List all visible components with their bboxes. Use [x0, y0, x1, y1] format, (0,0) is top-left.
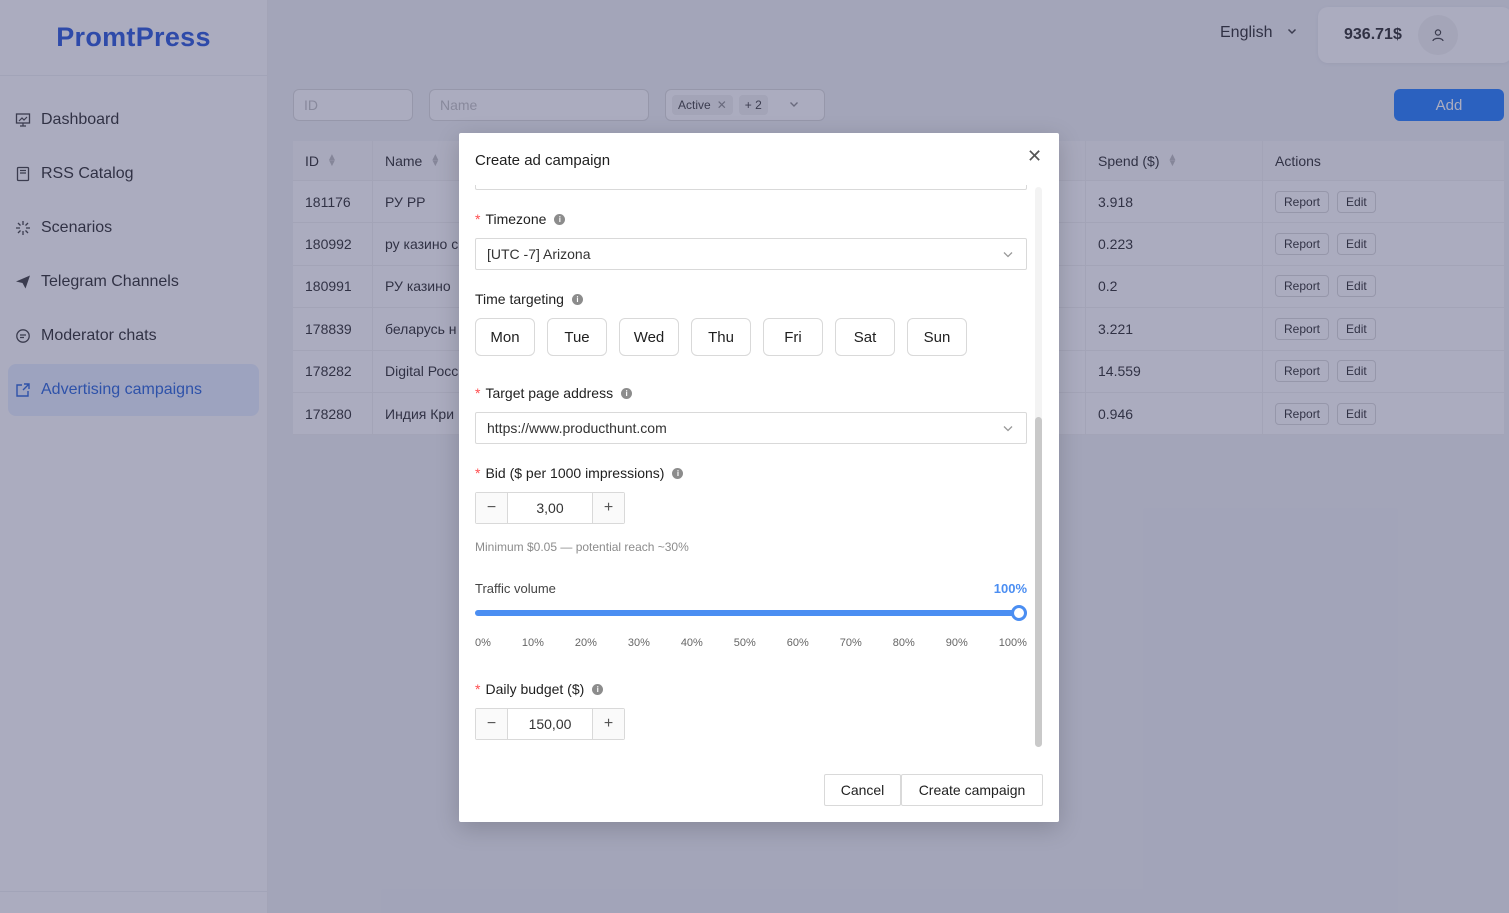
info-icon[interactable]: i	[621, 387, 633, 399]
timezone-label-text: Timezone	[485, 211, 547, 227]
day-tue-button[interactable]: Tue	[547, 318, 607, 356]
daily-budget-input[interactable]: 150,00	[508, 709, 592, 739]
chevron-down-icon	[1002, 247, 1014, 263]
daily-budget-stepper: − 150,00 +	[475, 708, 625, 740]
daily-budget-decrement-button[interactable]: −	[476, 709, 508, 739]
required-marker: *	[475, 681, 481, 697]
daily-budget-increment-button[interactable]: +	[592, 709, 624, 739]
info-icon[interactable]: i	[592, 683, 604, 695]
target-page-select[interactable]: https://www.producthunt.com	[475, 412, 1027, 444]
scrollbar-thumb[interactable]	[1035, 417, 1042, 747]
slider-tick-label: 60%	[786, 637, 809, 649]
day-thu-button[interactable]: Thu	[691, 318, 751, 356]
chevron-down-icon	[1002, 421, 1014, 437]
bid-increment-button[interactable]: +	[592, 493, 624, 523]
slider-tick-label: 40%	[680, 637, 703, 649]
day-mon-button[interactable]: Mon	[475, 318, 535, 356]
info-icon[interactable]: i	[571, 293, 583, 305]
target-page-label: * Target page address i	[475, 385, 633, 401]
bid-input[interactable]: 3,00	[508, 493, 592, 523]
info-icon[interactable]: i	[554, 213, 566, 225]
traffic-volume-label: Traffic volume	[475, 581, 556, 596]
required-marker: *	[475, 211, 481, 227]
day-sun-button[interactable]: Sun	[907, 318, 967, 356]
modal-scrollbar[interactable]	[1035, 187, 1042, 747]
create-campaign-modal: Create ad campaign ✕ * Timezone i [UTC -…	[459, 133, 1059, 822]
bid-stepper: − 3,00 +	[475, 492, 625, 524]
traffic-volume-slider[interactable]	[475, 605, 1027, 621]
time-targeting-label-text: Time targeting	[475, 291, 564, 307]
close-icon[interactable]: ✕	[1027, 146, 1042, 167]
timezone-label: * Timezone i	[475, 211, 566, 227]
cancel-button[interactable]: Cancel	[824, 774, 901, 806]
required-marker: *	[475, 385, 481, 401]
day-sat-button[interactable]: Sat	[835, 318, 895, 356]
traffic-volume-value: 100%	[993, 581, 1027, 596]
slider-tick-label: 20%	[574, 637, 597, 649]
modal-title: Create ad campaign	[475, 152, 611, 169]
slider-tick-label: 0%	[475, 637, 491, 649]
timezone-value: [UTC -7] Arizona	[487, 246, 591, 262]
slider-tick-label: 90%	[945, 637, 968, 649]
target-page-value: https://www.producthunt.com	[487, 420, 667, 436]
bid-hint: Minimum $0.05 — potential reach ~30%	[475, 540, 689, 554]
slider-ticks: 0% 10% 20% 30% 40% 50% 60% 70% 80% 90% 100%	[475, 637, 1027, 649]
slider-fill	[475, 610, 1027, 616]
slider-tick-label: 10%	[521, 637, 544, 649]
slider-tick-label: 70%	[839, 637, 862, 649]
slider-tick-label: 30%	[627, 637, 650, 649]
modal-body[interactable]: * Timezone i [UTC -7] Arizona Time targe…	[475, 185, 1027, 747]
target-page-label-text: Target page address	[485, 385, 614, 401]
create-campaign-button[interactable]: Create campaign	[901, 774, 1043, 806]
timezone-select[interactable]: [UTC -7] Arizona	[475, 238, 1027, 270]
day-fri-button[interactable]: Fri	[763, 318, 823, 356]
info-icon[interactable]: i	[672, 467, 684, 479]
slider-tick-label: 50%	[733, 637, 756, 649]
slider-tick-label: 100%	[998, 637, 1027, 649]
bid-label: * Bid ($ per 1000 impressions) i	[475, 465, 684, 481]
slider-handle[interactable]	[1011, 605, 1027, 621]
bid-label-text: Bid ($ per 1000 impressions)	[485, 465, 665, 481]
required-marker: *	[475, 465, 481, 481]
daily-budget-label-text: Daily budget ($)	[485, 681, 585, 697]
daily-budget-label: * Daily budget ($) i	[475, 681, 604, 697]
previous-field-input[interactable]	[475, 185, 1027, 190]
day-selector: Mon Tue Wed Thu Fri Sat Sun	[475, 318, 967, 356]
day-wed-button[interactable]: Wed	[619, 318, 679, 356]
slider-tick-label: 80%	[892, 637, 915, 649]
time-targeting-label: Time targeting i	[475, 291, 583, 307]
bid-decrement-button[interactable]: −	[476, 493, 508, 523]
